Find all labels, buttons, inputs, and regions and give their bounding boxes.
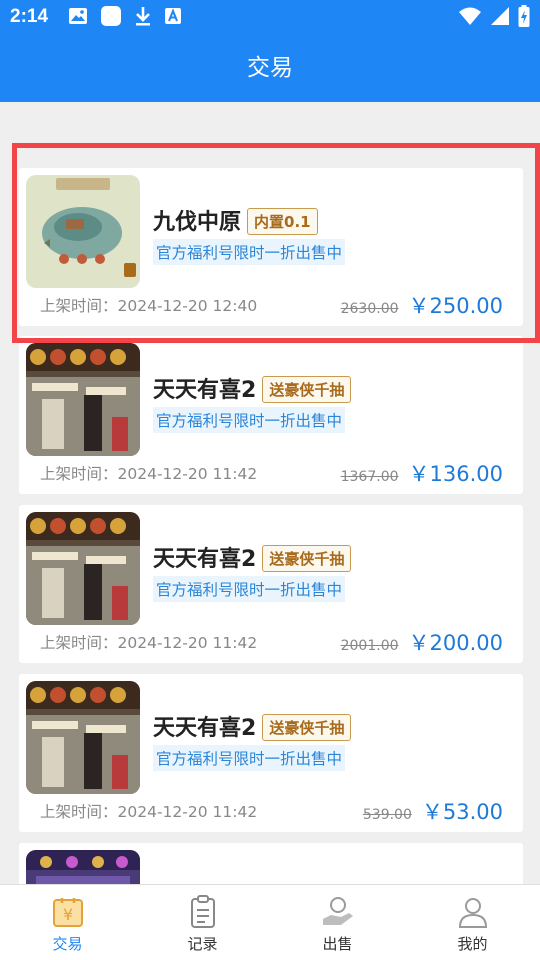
tab-sell-label: 出售 [322, 935, 353, 953]
listed-time-value: 2024-12-20 11:42 [117, 465, 258, 483]
promo-text: 官方福利号限时一折出售中 [153, 576, 346, 602]
listing-tag: 内置0.1 [247, 207, 318, 235]
listing-card[interactable]: 九伐中原 内置0.1 官方福利号限时一折出售中 上架时间：2024-12-20 1… [19, 168, 523, 326]
game-name: 天天有喜2 送豪侠千抽 [153, 372, 352, 405]
cell-signal-icon [490, 6, 510, 30]
tab-trade-label: 交易 [52, 935, 83, 953]
price-area: 539.00 ￥53.00 [363, 796, 503, 826]
game-thumbnail [26, 850, 140, 884]
status-bar: 2:14 [0, 0, 540, 36]
listing-tag: 送豪侠千抽 [262, 544, 352, 572]
tab-sell[interactable]: 出售 [270, 885, 405, 960]
bottom-tab-bar: ¥ 交易 记录 出售 我的 [0, 884, 540, 960]
sale-price: ￥200.00 [408, 631, 503, 655]
game-thumbnail [26, 343, 140, 456]
listing-card-partial[interactable] [19, 843, 523, 884]
game-thumbnail [26, 512, 140, 625]
listed-label: 上架时间： [40, 297, 118, 315]
hand-coin-icon [321, 895, 355, 929]
game-thumbnail [26, 681, 140, 794]
listing-card[interactable]: 天天有喜2 送豪侠千抽 官方福利号限时一折出售中 上架时间：2024-12-20 … [19, 674, 523, 832]
user-icon [456, 895, 490, 929]
listing-list[interactable]: 九伐中原 内置0.1 官方福利号限时一折出售中 上架时间：2024-12-20 1… [0, 102, 540, 884]
listed-time-value: 2024-12-20 11:42 [117, 634, 258, 652]
sale-price: ￥136.00 [408, 462, 503, 486]
listing-tag: 送豪侠千抽 [262, 713, 352, 741]
translate-icon [164, 7, 182, 29]
price-area: 2001.00 ￥200.00 [341, 627, 503, 657]
tab-profile[interactable]: 我的 [405, 885, 540, 960]
tab-records[interactable]: 记录 [135, 885, 270, 960]
listing-card[interactable]: 天天有喜2 送豪侠千抽 官方福利号限时一折出售中 上架时间：2024-12-20 … [19, 505, 523, 663]
svg-text:¥: ¥ [62, 905, 72, 924]
page-title: 交易 [247, 55, 293, 81]
game-name-text: 天天有喜2 [153, 716, 257, 741]
battery-charging-icon [518, 5, 530, 31]
original-price: 539.00 [362, 807, 412, 823]
listed-time: 上架时间：2024-12-20 11:42 [40, 631, 257, 653]
tab-profile-label: 我的 [457, 935, 488, 953]
game-name: 天天有喜2 送豪侠千抽 [153, 541, 352, 574]
game-name-text: 天天有喜2 [153, 547, 257, 572]
listed-label: 上架时间： [40, 803, 118, 821]
image-icon [68, 7, 88, 29]
listed-label: 上架时间： [40, 465, 118, 483]
yen-tag-icon: ¥ [51, 895, 85, 929]
app-square-icon [100, 5, 122, 31]
listed-label: 上架时间： [40, 634, 118, 652]
listed-time-value: 2024-12-20 12:40 [117, 297, 258, 315]
status-time: 2:14 [10, 6, 49, 27]
app-header: 交易 [0, 36, 540, 102]
game-name-text: 九伐中原 [153, 210, 242, 235]
listing-card[interactable]: 天天有喜2 送豪侠千抽 官方福利号限时一折出售中 上架时间：2024-12-20 … [19, 336, 523, 494]
game-name: 九伐中原 内置0.1 [153, 204, 318, 237]
listed-time: 上架时间：2024-12-20 11:42 [40, 462, 257, 484]
listing-tag: 送豪侠千抽 [262, 375, 352, 403]
promo-text: 官方福利号限时一折出售中 [153, 745, 346, 771]
price-area: 2630.00 ￥250.00 [341, 290, 503, 320]
promo-text: 官方福利号限时一折出售中 [153, 407, 346, 433]
tab-records-label: 记录 [187, 935, 218, 953]
sale-price: ￥250.00 [408, 294, 503, 318]
game-name: 天天有喜2 送豪侠千抽 [153, 710, 352, 743]
original-price: 2001.00 [340, 638, 399, 654]
original-price: 2630.00 [340, 301, 399, 317]
wifi-icon [458, 6, 482, 30]
price-area: 1367.00 ￥136.00 [341, 458, 503, 488]
game-name-text: 天天有喜2 [153, 378, 257, 403]
sale-price: ￥53.00 [421, 800, 503, 824]
game-thumbnail [26, 175, 140, 288]
listed-time: 上架时间：2024-12-20 11:42 [40, 800, 257, 822]
clipboard-icon [186, 895, 220, 929]
download-icon [134, 6, 152, 30]
listed-time: 上架时间：2024-12-20 12:40 [40, 294, 257, 316]
promo-text: 官方福利号限时一折出售中 [153, 239, 346, 265]
tab-trade[interactable]: ¥ 交易 [0, 885, 135, 960]
original-price: 1367.00 [340, 469, 399, 485]
listed-time-value: 2024-12-20 11:42 [117, 803, 258, 821]
